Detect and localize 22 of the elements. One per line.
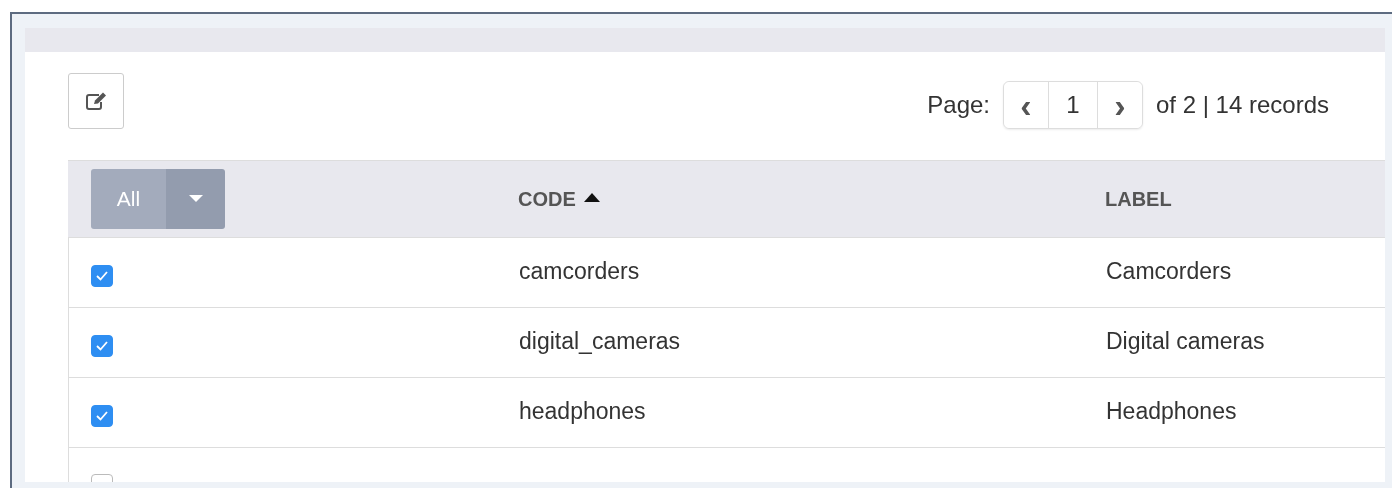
caret-icon	[188, 195, 203, 203]
table-cell: camcorders	[519, 258, 640, 285]
column-header[interactable]: CODE	[518, 187, 576, 211]
table-cell: Headphones	[1106, 398, 1237, 425]
records-summary: of 2 | 14 records	[1156, 91, 1329, 119]
checkmark-icon	[95, 340, 109, 352]
row-checkbox[interactable]	[91, 405, 113, 427]
page-label: Page:	[927, 91, 990, 119]
table-cell: Camcorders	[1106, 258, 1232, 285]
next-page-button[interactable]: ›	[1098, 82, 1142, 128]
column-header[interactable]: LABEL	[1105, 187, 1172, 211]
page-number-field[interactable]: 1	[1048, 82, 1098, 128]
table-cell: Digital cameras	[1106, 328, 1265, 355]
table-cell: digital_cameras	[519, 328, 681, 355]
edit-icon	[85, 91, 107, 111]
row-checkbox[interactable]	[91, 265, 113, 287]
checkmark-icon	[95, 410, 109, 422]
previous-page-button[interactable]: ‹	[1004, 82, 1048, 128]
checkmark-icon	[95, 270, 109, 282]
row-checkbox[interactable]	[91, 335, 113, 357]
table-cell: headphones	[519, 398, 646, 425]
edit-button[interactable]	[68, 73, 124, 129]
